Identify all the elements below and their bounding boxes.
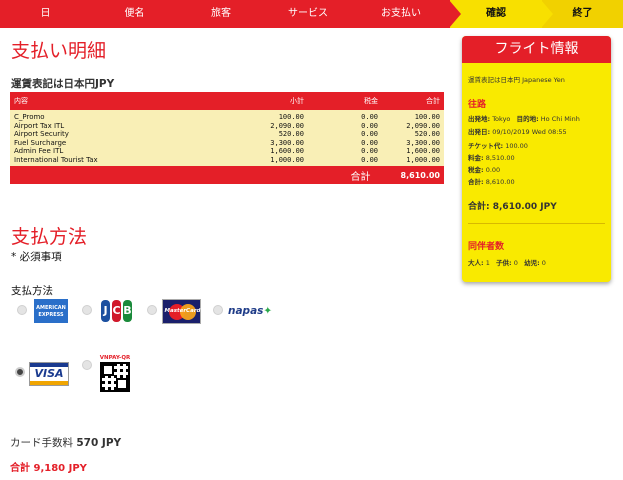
fare-table: 内容 小計 税金 合計 C_Promo 100.00 0.00 100.00 A… xyxy=(10,92,444,184)
radio-visa[interactable] xyxy=(15,367,25,377)
row-item: International Tourist Tax xyxy=(14,155,98,164)
row-subtotal: 2,090.00 xyxy=(270,121,304,130)
radio-napas[interactable] xyxy=(213,305,223,315)
sum-line: 合計: 8,610.00 xyxy=(468,178,515,186)
col-tax: 税金 xyxy=(364,97,378,105)
row-tax: 0.00 xyxy=(361,147,378,156)
table-row: Airport Tax ITL 2,090.00 0.00 2,090.00 xyxy=(10,122,444,131)
step-flight: 便名 xyxy=(91,0,178,28)
mastercard-logo[interactable]: MasterCard xyxy=(162,299,201,324)
radio-vnpay[interactable] xyxy=(82,360,92,370)
amex-logo[interactable]: AMERICAN EXPRESS xyxy=(34,299,68,323)
table-row: International Tourist Tax 1,000.00 0.00 … xyxy=(10,156,444,165)
row-tax: 0.00 xyxy=(361,130,378,139)
row-total: 100.00 xyxy=(414,113,440,122)
row-item: Airport Security xyxy=(14,130,69,139)
col-item: 内容 xyxy=(14,97,28,105)
step-payment: お支払い xyxy=(352,0,450,28)
radio-mastercard[interactable] xyxy=(147,305,157,315)
table-row: Airport Security 520.00 0.00 520.00 xyxy=(10,130,444,139)
jcb-c: C xyxy=(112,300,121,322)
row-subtotal: 1,600.00 xyxy=(270,147,304,156)
panel-divider xyxy=(468,223,605,224)
payment-method-label: 支払方法 xyxy=(11,285,53,297)
currency-note: 運賃表記は日本円JPY xyxy=(11,78,115,90)
card-fee-label: カード手数料 xyxy=(10,437,73,449)
step-finish: 終了 xyxy=(541,0,623,28)
row-subtotal: 3,300.00 xyxy=(270,138,304,147)
row-item: Airport Tax ITL xyxy=(14,121,65,130)
flight-currency-note: 運賃表記は日本円 Japanese Yen xyxy=(468,76,565,84)
amex-text-1: AMERICAN xyxy=(36,305,66,311)
row-item: Fuel Surcharge xyxy=(14,138,67,147)
outbound-title: 往路 xyxy=(468,100,487,110)
step-passenger: 旅客 xyxy=(178,0,264,28)
required-note: * 必須事項 xyxy=(11,251,62,263)
row-total: 1,600.00 xyxy=(406,147,440,156)
qr-code-icon xyxy=(100,362,130,392)
card-fee-value: 570 JPY xyxy=(76,437,122,449)
napas-text: napas xyxy=(228,305,264,317)
radio-jcb[interactable] xyxy=(82,305,92,315)
row-subtotal: 1,000.00 xyxy=(270,155,304,164)
visa-text: VISA xyxy=(34,367,64,380)
row-total: 1,000.00 xyxy=(406,155,440,164)
flight-total: 合計: 8,610.00 JPY xyxy=(468,202,557,212)
step-services: サービス xyxy=(264,0,352,28)
step-date: 日 xyxy=(0,0,91,28)
napas-logo[interactable]: napas✦ xyxy=(228,305,272,317)
companions-line: 大人: 1 子供: 0 幼児: 0 xyxy=(468,259,546,267)
ticket-line: チケット代: 100.00 xyxy=(468,142,528,150)
vnpay-qr-logo[interactable]: VNPAY-QR xyxy=(98,355,132,393)
fare-table-body: C_Promo 100.00 0.00 100.00 Airport Tax I… xyxy=(10,110,444,166)
row-tax: 0.00 xyxy=(361,121,378,130)
row-item: Admin Fee ITL xyxy=(14,147,64,156)
col-total: 合計 xyxy=(426,97,440,105)
payment-detail-title: 支払い明細 xyxy=(11,40,107,62)
table-row: Fuel Surcharge 3,300.00 0.00 3,300.00 xyxy=(10,139,444,148)
vnpay-text: VNPAY-QR xyxy=(99,355,131,361)
jcb-b: B xyxy=(123,300,132,322)
payment-method-title: 支払方法 xyxy=(11,226,88,248)
radio-amex[interactable] xyxy=(17,305,27,315)
row-total: 3,300.00 xyxy=(406,138,440,147)
napas-star-icon: ✦ xyxy=(263,305,273,317)
jcb-j: J xyxy=(101,300,110,322)
fare-table-header: 内容 小計 税金 合計 xyxy=(10,92,444,110)
grand-total-label: 合計 xyxy=(10,463,30,474)
companions-title: 同伴者数 xyxy=(468,242,505,252)
col-subtotal: 小計 xyxy=(290,97,304,105)
flight-info-panel: フライト情報 運賃表記は日本円 Japanese Yen 往路 出発地: Tok… xyxy=(462,36,611,282)
table-row: C_Promo 100.00 0.00 100.00 xyxy=(10,113,444,122)
fare-table-footer: 合計 8,610.00 xyxy=(10,166,444,184)
grand-total-value: 9,180 JPY xyxy=(33,463,87,474)
row-tax: 0.00 xyxy=(361,138,378,147)
fee-line: 料金: 8,510.00 xyxy=(468,154,515,162)
grand-total: 合計 9,180 JPY xyxy=(10,459,87,474)
visa-logo[interactable]: VISA xyxy=(29,362,69,386)
footer-total-value: 8,610.00 xyxy=(400,170,440,180)
jcb-logo[interactable]: J C B xyxy=(100,300,133,322)
booking-steps: 日 便名 旅客 サービス お支払い 確認 終了 xyxy=(0,0,623,28)
footer-total-label: 合計 xyxy=(350,171,371,183)
card-fee: カード手数料 570 JPY xyxy=(10,435,121,450)
route-line: 出発地: Tokyo 目的地: Ho Chi Minh xyxy=(468,115,580,123)
row-subtotal: 520.00 xyxy=(278,130,304,139)
mastercard-text: MasterCard xyxy=(164,308,201,314)
row-item: C_Promo xyxy=(14,113,45,122)
row-total: 2,090.00 xyxy=(406,121,440,130)
table-row: Admin Fee ITL 1,600.00 0.00 1,600.00 xyxy=(10,147,444,156)
step-confirm: 確認 xyxy=(449,0,542,28)
row-subtotal: 100.00 xyxy=(278,113,304,122)
row-total: 520.00 xyxy=(414,130,440,139)
amex-text-2: EXPRESS xyxy=(38,312,64,318)
tax-line: 税金: 0.00 xyxy=(468,166,501,174)
row-tax: 0.00 xyxy=(361,155,378,164)
row-tax: 0.00 xyxy=(361,113,378,122)
flight-info-title: フライト情報 xyxy=(462,36,611,63)
departure-date-line: 出発日: 09/10/2019 Wed 08:55 xyxy=(468,128,567,136)
